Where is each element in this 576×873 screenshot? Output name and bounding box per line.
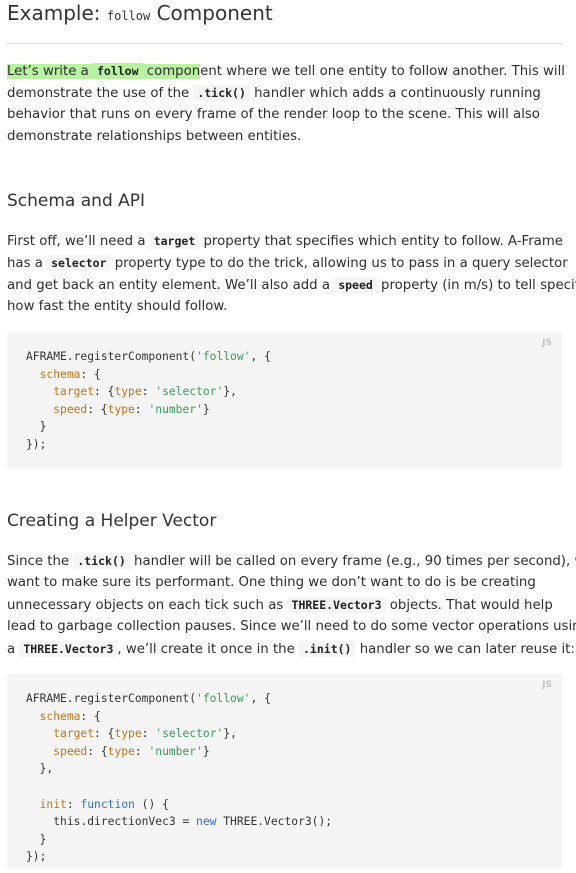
title-code: follow [106,9,151,23]
helper-paragraph: Since the .tick() handler will be called… [7,553,576,657]
code-language-label: JS [542,338,552,348]
inline-code-vector3: THREE.Vector3 [19,641,118,657]
schema-paragraph: First off, we’ll need a target property … [7,233,576,314]
code-block-init[interactable]: JS AFRAME.registerComponent('follow', { … [7,674,562,869]
code-block-schema[interactable]: JS AFRAME.registerComponent('follow', { … [7,332,562,469]
inline-code-target: target [149,233,200,249]
inline-code-tick: .tick() [193,85,250,101]
section-heading-helper-vector: Creating a Helper Vector [7,511,217,531]
intro-paragraph: Let’s write a follow component where we … [7,63,565,144]
code-content: AFRAME.registerComponent('follow', { sch… [26,350,271,451]
code-language-label: JS [542,680,552,690]
inline-code-speed: speed [334,277,377,293]
inline-code-follow: follow [92,63,143,79]
code-content: AFRAME.registerComponent('follow', { sch… [26,692,333,864]
text-highlight: Let’s write a follow compon [7,63,201,79]
inline-code-vector3: THREE.Vector3 [287,597,386,613]
inline-code-selector: selector [47,255,111,271]
section-heading-schema: Schema and API [7,191,146,211]
page-title: Example: follow Component [7,0,562,44]
inline-code-tick: .tick() [73,553,130,569]
inline-code-init: .init() [299,641,356,657]
